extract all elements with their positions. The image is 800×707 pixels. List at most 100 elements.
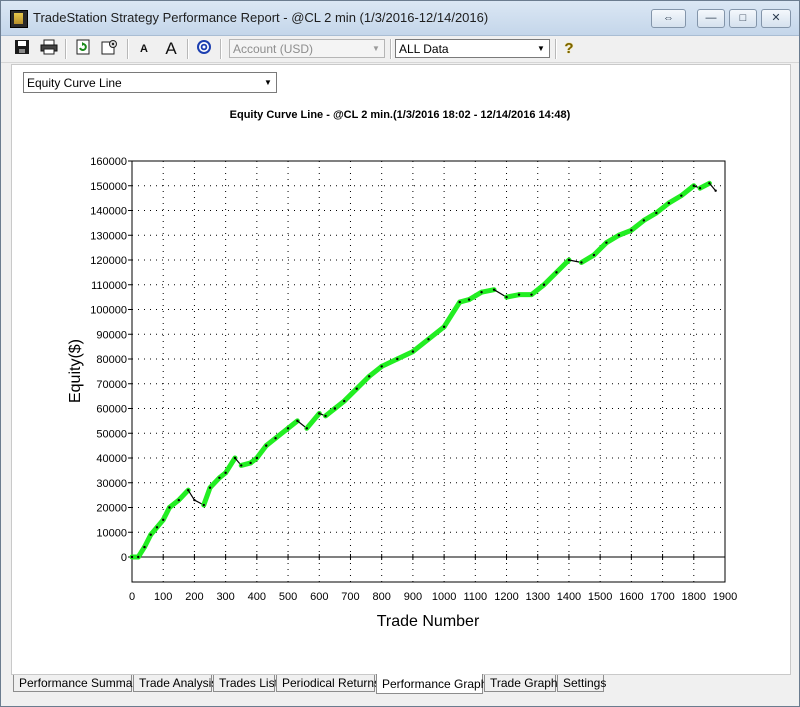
- x-tick-label: 1000: [432, 591, 456, 603]
- equity-point: [458, 300, 461, 304]
- equity-curve-chart: 0100002000030000400005000060000700008000…: [67, 156, 737, 630]
- x-tick-label: 800: [373, 591, 391, 603]
- x-tick-label: 700: [341, 591, 359, 603]
- x-tick-label: 300: [216, 591, 234, 603]
- equity-point: [542, 283, 546, 286]
- y-tick-label: 60000: [96, 404, 127, 416]
- equity-gain-segment: [426, 324, 447, 342]
- equity-point: [592, 253, 596, 257]
- equity-series: [129, 180, 717, 560]
- equity-point: [411, 350, 415, 353]
- equity-point: [240, 464, 243, 467]
- tab-settings[interactable]: Settings: [557, 675, 606, 692]
- equity-point: [343, 399, 346, 403]
- equity-point: [218, 476, 221, 479]
- equity-point: [274, 437, 277, 440]
- x-tick-label: 1300: [525, 591, 549, 603]
- x-tick-label: 0: [129, 591, 135, 603]
- x-tick-label: 1200: [494, 591, 518, 603]
- y-tick-label: 70000: [96, 379, 127, 391]
- equity-point: [492, 288, 496, 291]
- equity-point: [698, 187, 702, 190]
- y-tick-label: 140000: [90, 206, 127, 218]
- x-tick-label: 1100: [463, 591, 487, 603]
- equity-point: [714, 189, 717, 192]
- equity-point: [137, 555, 140, 559]
- equity-point: [655, 211, 658, 215]
- equity-point: [286, 427, 290, 430]
- equity-gain-segment: [379, 356, 400, 369]
- equity-gain-segment: [304, 410, 322, 431]
- tab-periodical-returns[interactable]: Periodical Returns: [276, 675, 380, 692]
- x-tick-label: 1600: [619, 591, 643, 603]
- equity-point: [396, 357, 399, 361]
- equity-point: [517, 293, 521, 296]
- y-tick-label: 50000: [96, 428, 127, 440]
- tab-trade-graphs[interactable]: Trade Graphs: [484, 675, 564, 692]
- equity-point: [208, 486, 212, 489]
- equity-point: [233, 456, 237, 460]
- equity-point: [617, 234, 621, 237]
- equity-point: [305, 427, 308, 430]
- tab-trade-analysis[interactable]: Trade Analysis: [133, 675, 217, 692]
- equity-gain-segment: [591, 240, 609, 258]
- equity-point: [149, 533, 152, 536]
- equity-point: [708, 182, 711, 185]
- equity-gain-segment: [176, 487, 191, 503]
- equity-point: [324, 414, 327, 418]
- y-tick-label: 150000: [90, 181, 127, 193]
- equity-point: [224, 471, 227, 475]
- y-tick-label: 0: [121, 552, 127, 564]
- equity-point: [177, 498, 181, 502]
- equity-drawdown-segment: [708, 182, 717, 192]
- x-tick-label: 1700: [650, 591, 674, 603]
- equity-point: [680, 194, 683, 197]
- equity-point: [296, 419, 299, 423]
- equity-point: [168, 506, 171, 509]
- equity-point: [143, 545, 146, 549]
- equity-gain-segment: [553, 257, 572, 275]
- x-tick-label: 500: [279, 591, 297, 603]
- equity-point: [155, 526, 159, 529]
- x-tick-label: 200: [185, 591, 203, 603]
- y-tick-label: 160000: [90, 156, 127, 168]
- equity-point: [355, 387, 358, 390]
- y-tick-label: 30000: [96, 478, 127, 490]
- x-tick-label: 400: [248, 591, 266, 603]
- equity-gain-segment: [441, 299, 463, 330]
- equity-point: [530, 293, 533, 296]
- equity-point: [555, 271, 558, 274]
- x-axis-label: Trade Number: [377, 613, 480, 630]
- y-tick-label: 80000: [96, 354, 127, 366]
- equity-gain-segment: [678, 183, 697, 199]
- equity-point: [130, 555, 134, 559]
- y-tick-label: 40000: [96, 453, 127, 465]
- equity-point: [427, 338, 430, 341]
- equity-point: [505, 295, 508, 299]
- equity-point: [580, 261, 583, 264]
- equity-gain-segment: [410, 336, 431, 355]
- tab-trades-list[interactable]: Trades List: [213, 675, 278, 692]
- equity-point: [692, 184, 695, 187]
- equity-gain-segment: [354, 373, 372, 392]
- x-tick-label: 1400: [557, 591, 581, 603]
- equity-drawdown-segment: [187, 489, 196, 501]
- equity-gain-segment: [697, 180, 712, 191]
- y-tick-label: 10000: [96, 527, 127, 539]
- equity-point: [255, 456, 259, 460]
- equity-point: [380, 365, 383, 368]
- equity-gain-segment: [541, 269, 559, 288]
- x-tick-label: 1900: [713, 591, 737, 603]
- tab-performance-summary[interactable]: Performance Summary: [13, 675, 142, 692]
- equity-point: [467, 298, 471, 301]
- y-tick-label: 130000: [90, 230, 127, 242]
- equity-point: [333, 407, 337, 410]
- equity-point: [630, 229, 633, 232]
- equity-gain-segment: [394, 349, 416, 362]
- tab-performance-graphs[interactable]: Performance Graphs: [376, 674, 493, 694]
- equity-point: [249, 461, 252, 465]
- equity-point: [202, 503, 205, 507]
- y-tick-label: 20000: [96, 503, 127, 515]
- equity-gain-segment: [479, 287, 497, 295]
- equity-point: [567, 258, 571, 262]
